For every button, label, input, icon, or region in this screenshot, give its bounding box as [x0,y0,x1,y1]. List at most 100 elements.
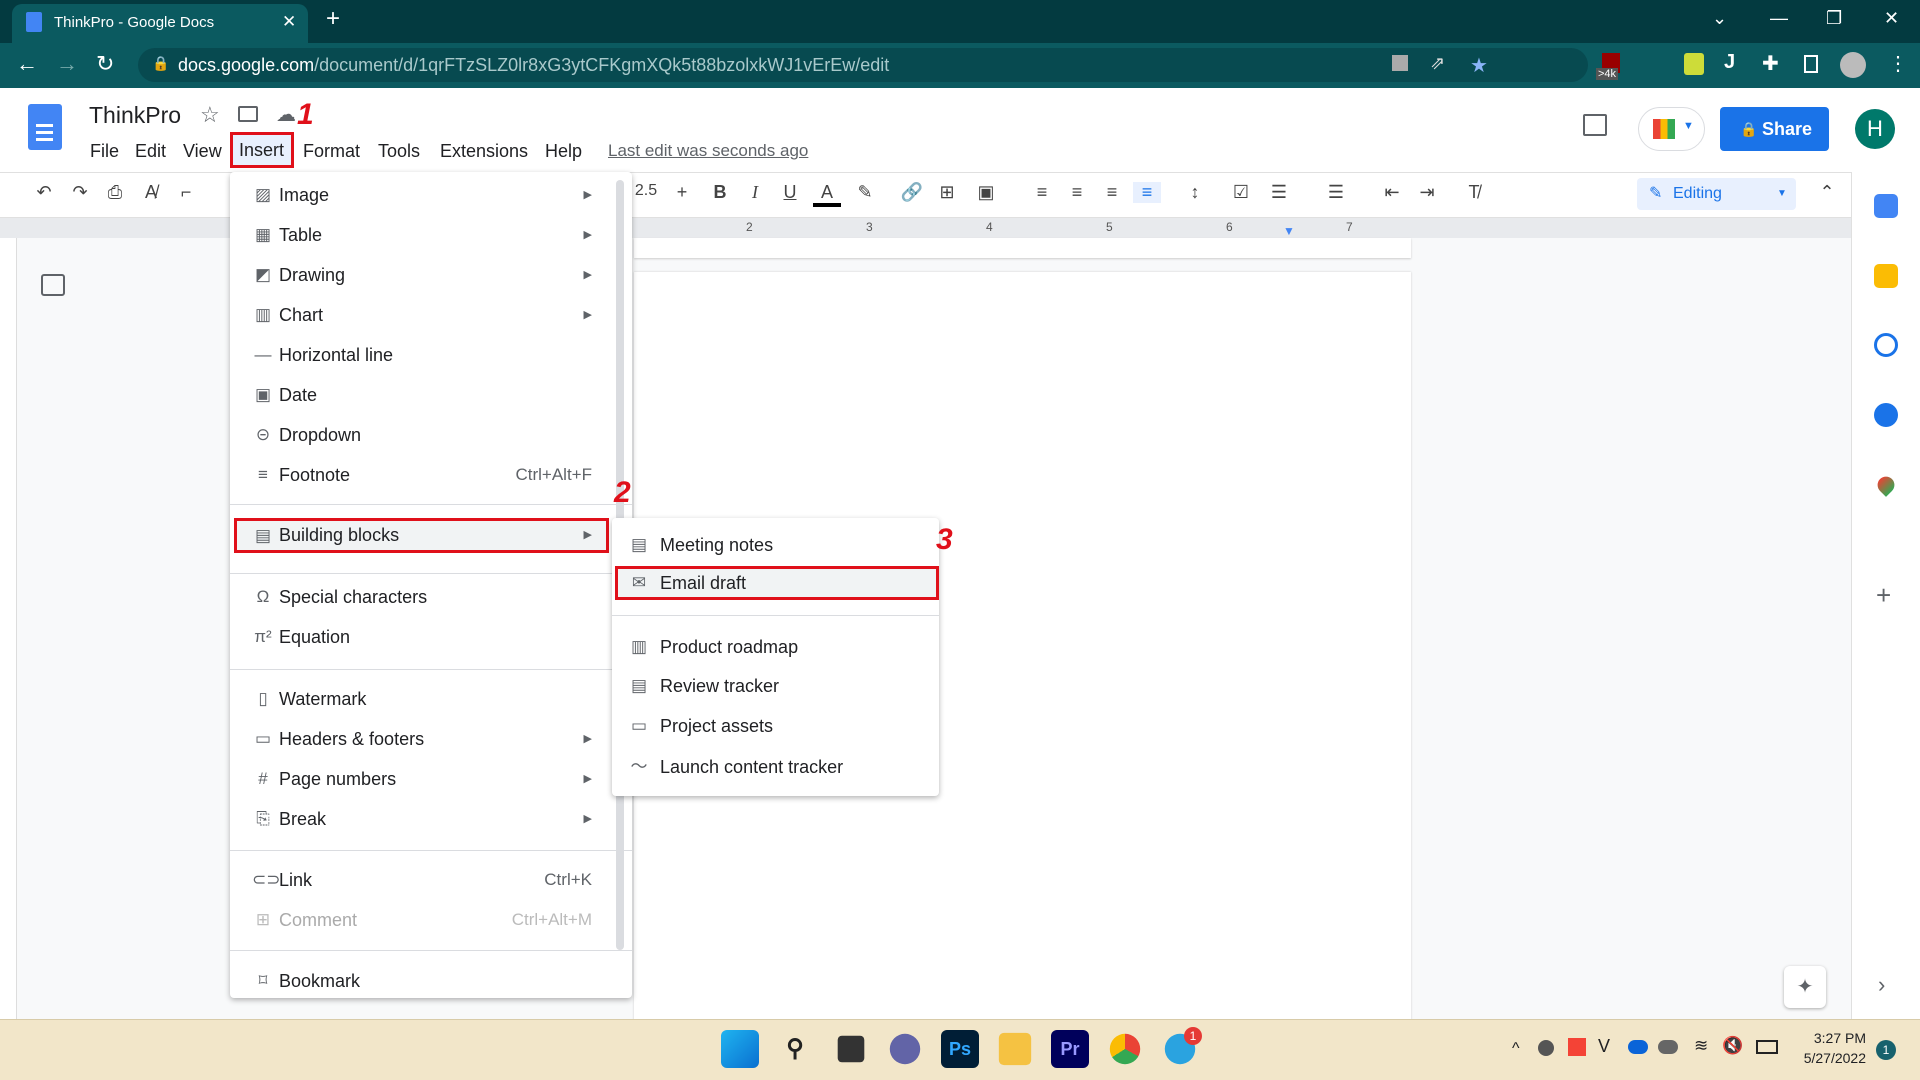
close-tab-icon[interactable]: ✕ [282,12,296,32]
keep-icon[interactable] [1874,264,1898,288]
menu-item-building-blocks[interactable]: ▤ Building blocks ▶ [234,518,609,553]
increase-indent-icon[interactable]: ⇥ [1413,182,1441,203]
menu-item-page-numbers[interactable]: # Page numbers ▶ [230,759,632,799]
document-title[interactable]: ThinkPro [89,102,181,129]
menu-help[interactable]: Help [541,138,586,164]
menu-item-headers-footers[interactable]: ▭ Headers & footers ▶ [230,719,632,759]
paint-format-icon[interactable]: ⌐ [172,182,200,203]
explore-icon[interactable]: ✦ [1784,966,1826,1008]
close-window-icon[interactable]: ✕ [1884,8,1899,29]
align-right-icon[interactable]: ≡ [1098,182,1126,203]
cloud-saved-icon[interactable]: ☁ [276,102,296,127]
menu-insert[interactable]: Insert [230,132,294,168]
minimize-icon[interactable]: — [1770,8,1788,29]
extensions-puzzle-icon[interactable]: ✚ [1762,51,1779,76]
menu-format[interactable]: Format [299,138,364,164]
submenu-item-email-draft[interactable]: ✉ Email draft [615,566,939,600]
onedrive-icon[interactable] [1628,1040,1648,1054]
notification-badge[interactable]: 1 [1876,1040,1896,1060]
menu-item-link[interactable]: ⊂⊃ Link Ctrl+K [230,860,632,900]
menu-item-footnote[interactable]: ≡ Footnote Ctrl+Alt+F [230,455,632,495]
show-hidden-icons[interactable]: ^ [1512,1040,1520,1058]
account-avatar[interactable]: H [1855,109,1895,149]
menu-item-dropdown[interactable]: ⊝ Dropdown [230,415,632,455]
volume-muted-icon[interactable]: 🔇 [1722,1036,1743,1056]
text-color-icon[interactable]: A [813,182,841,207]
tray-anydesk-icon[interactable] [1568,1038,1586,1056]
tray-app-icon[interactable] [1538,1040,1554,1056]
restore-icon[interactable]: ❐ [1826,8,1842,29]
extension-plant-icon[interactable] [1684,53,1704,75]
submenu-item-project-assets[interactable]: ▭ Project assets [612,706,939,746]
numbered-list-icon[interactable]: ☰ [1322,182,1350,203]
add-comment-icon[interactable]: ⊞ [933,182,961,203]
editing-mode-dropdown[interactable]: ✎ Editing ▼ [1637,178,1796,210]
print-icon[interactable]: ⎙ [101,182,129,203]
calendar-icon[interactable] [1874,194,1898,218]
star-icon[interactable]: ☆ [200,102,220,128]
align-center-icon[interactable]: ≡ [1063,182,1091,203]
back-icon[interactable]: ← [16,51,38,77]
expand-panel-icon[interactable]: › [1878,972,1885,998]
highlight-icon[interactable]: ✎ [851,182,879,203]
menu-item-table[interactable]: ▦ Table ▶ [230,215,632,255]
checklist-icon[interactable]: ☑ [1227,182,1255,203]
justify-icon[interactable]: ≡ [1133,182,1161,203]
decrease-indent-icon[interactable]: ⇤ [1378,182,1406,203]
menu-item-chart[interactable]: ▥ Chart ▶ [230,295,632,335]
menu-edit[interactable]: Edit [131,138,170,164]
file-explorer-icon[interactable] [998,1032,1032,1066]
document-outline-icon[interactable] [41,274,65,296]
increase-font-size-icon[interactable]: + [668,182,696,203]
forward-icon[interactable]: → [56,51,78,77]
share-button[interactable]: 🔒 Share [1720,107,1829,151]
tab-search-icon[interactable]: ⌄ [1712,8,1727,29]
menu-item-break[interactable]: ⎘ Break ▶ [230,799,632,839]
submenu-item-launch-content-tracker[interactable]: 〜 Launch content tracker [612,747,939,787]
task-view-icon[interactable] [837,1035,865,1063]
underline-icon[interactable]: U [776,182,804,203]
submenu-item-review-tracker[interactable]: ▤ Review tracker [612,666,939,706]
last-edit-link[interactable]: Last edit was seconds ago [604,138,812,164]
italic-icon[interactable]: I [741,182,769,203]
add-addon-icon[interactable]: + [1876,580,1891,611]
url-input[interactable]: 🔒 docs.google.com/document/d/1qrFTzSLZ0l… [138,48,1588,82]
photoshop-icon[interactable]: Ps [941,1030,979,1068]
undo-icon[interactable]: ↶ [30,182,58,203]
menu-tools[interactable]: Tools [374,138,424,164]
line-spacing-icon[interactable]: ↕ [1181,182,1209,203]
spellcheck-icon[interactable]: A̸ [137,182,165,203]
bold-icon[interactable]: B [706,182,734,203]
premiere-icon[interactable]: Pr [1051,1030,1089,1068]
reload-icon[interactable]: ↻ [96,51,114,77]
profile-avatar[interactable] [1840,52,1866,78]
menu-view[interactable]: View [179,138,226,164]
tasks-icon[interactable] [1874,333,1898,357]
blocked-popup-icon[interactable] [1392,55,1408,71]
menu-item-watermark[interactable]: ▯ Watermark [230,679,632,719]
submenu-item-meeting-notes[interactable]: ▤ Meeting notes [612,525,939,565]
chrome-menu-icon[interactable]: ⋮ [1888,51,1908,76]
menu-item-bookmark[interactable]: ⌑ Bookmark [230,961,632,1001]
meet-button[interactable]: ▼ [1638,107,1705,151]
comment-history-icon[interactable] [1583,114,1607,136]
cloud-icon[interactable] [1658,1040,1678,1054]
menu-item-special-characters[interactable]: Ω Special characters [230,577,632,617]
menu-item-equation[interactable]: π² Equation [230,617,632,657]
teams-chat-icon[interactable] [889,1033,921,1065]
docs-logo-icon[interactable] [28,104,62,150]
redo-icon[interactable]: ↷ [66,182,94,203]
menu-item-image[interactable]: ▨ Image ▶ [230,175,632,215]
battery-icon[interactable] [1756,1040,1778,1054]
clear-formatting-icon[interactable]: T̸ [1460,182,1488,203]
start-windows-icon[interactable] [721,1030,759,1068]
collapse-toolbar-icon[interactable]: ⌃ [1813,182,1841,203]
extension-j-icon[interactable]: J [1724,51,1735,74]
menu-item-date[interactable]: ▣ Date [230,375,632,415]
side-panel-icon[interactable] [1804,55,1818,73]
contacts-icon[interactable] [1874,403,1898,427]
vertical-ruler[interactable] [0,238,17,1019]
insert-image-icon[interactable]: ▣ [972,182,1000,203]
menu-item-horizontal-line[interactable]: — Horizontal line [230,335,632,375]
clock-date[interactable]: 5/27/2022 [1794,1050,1866,1066]
